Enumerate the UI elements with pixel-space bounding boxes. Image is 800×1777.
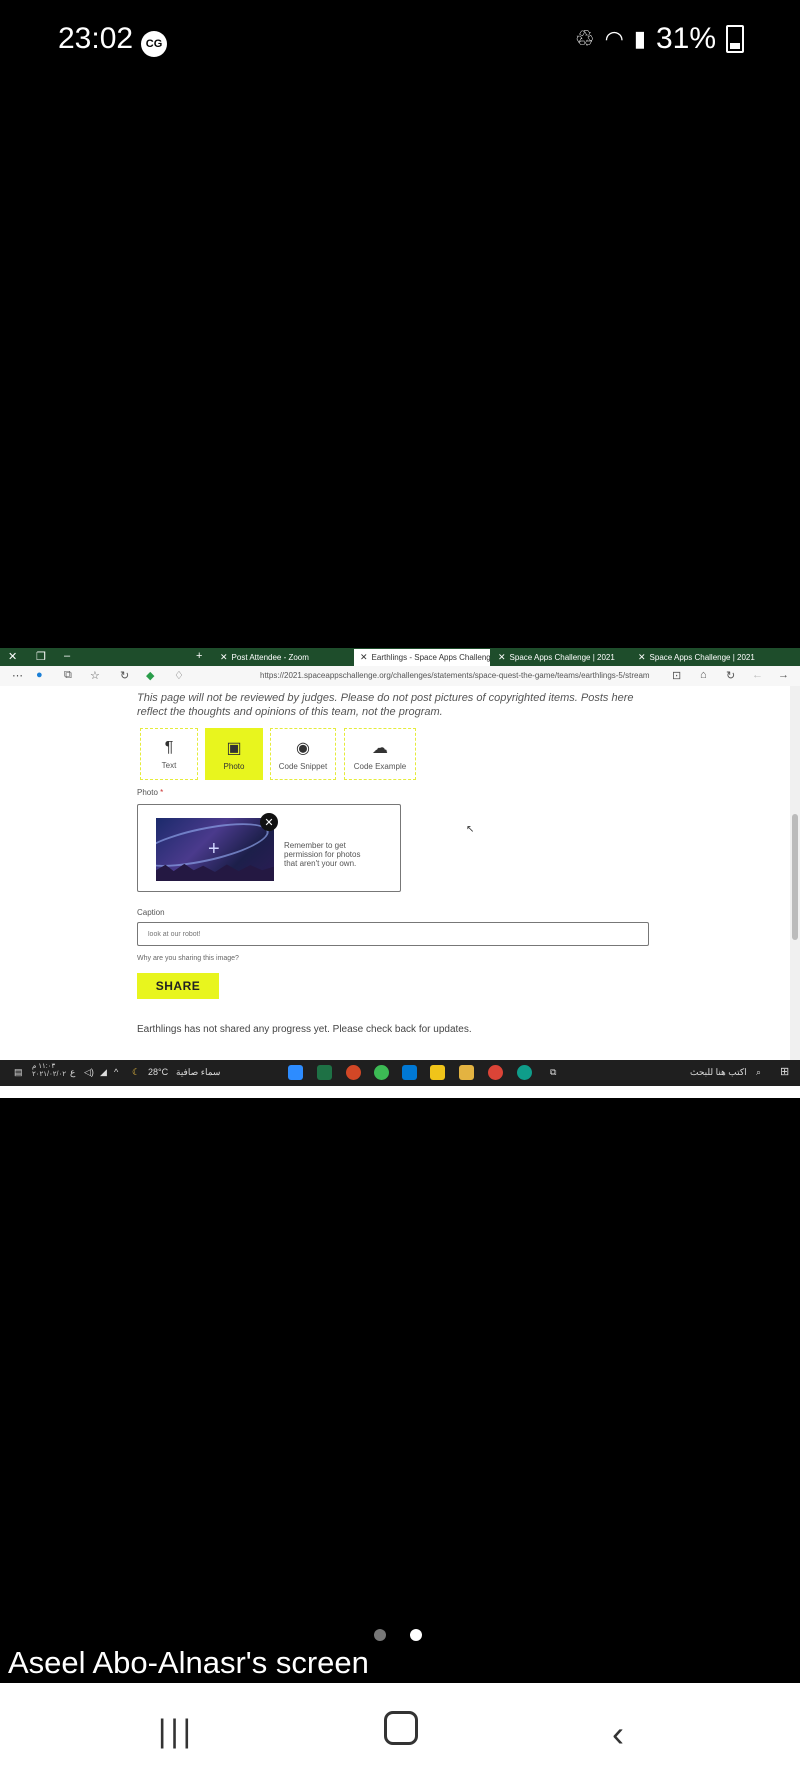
task-view-icon[interactable]: ⧉: [550, 1067, 556, 1078]
caption-help-text: Why are you sharing this image?: [137, 955, 239, 962]
close-tab-icon[interactable]: ✕: [220, 652, 228, 663]
paragraph-icon: ¶: [164, 738, 174, 756]
page-content: This page will not be reviewed by judges…: [0, 686, 800, 1060]
tab-zoom[interactable]: ✕ Post Attendee - Zoom: [214, 649, 342, 666]
scrollbar[interactable]: [790, 686, 800, 1060]
github-icon: ◉: [296, 739, 310, 757]
chevron-up-icon[interactable]: ^: [114, 1067, 118, 1077]
close-window-icon[interactable]: ✕: [8, 650, 17, 663]
notice-text: This page will not be reviewed by judges…: [137, 692, 634, 718]
photo-hint: Remember to get permission for photos th…: [284, 841, 361, 868]
mouse-cursor-icon: ↖: [466, 824, 475, 835]
recent-apps-icon[interactable]: |||: [158, 1713, 195, 1750]
photo-thumbnail[interactable]: +: [156, 818, 274, 881]
collections-icon[interactable]: ⧉: [64, 669, 72, 682]
caption-input[interactable]: [137, 922, 649, 946]
volume-icon[interactable]: ◁): [84, 1067, 94, 1078]
remove-photo-button[interactable]: ✕: [260, 813, 278, 831]
share-button[interactable]: SHARE: [137, 973, 219, 999]
new-tab-icon[interactable]: +: [196, 650, 202, 662]
post-type-code-snippet-button[interactable]: ◉ Code Snippet: [270, 728, 336, 780]
page-dot[interactable]: [374, 1629, 386, 1641]
search-icon[interactable]: ⌕: [756, 1067, 761, 1078]
language-indicator[interactable]: ع: [70, 1067, 75, 1078]
tab-space-apps-2[interactable]: ✕ Space Apps Challenge | 2021: [632, 649, 762, 666]
moon-icon: ☾: [132, 1067, 141, 1077]
close-tab-icon[interactable]: ✕: [360, 652, 368, 663]
status-icons: ♲ ◠ ▮ 31%: [575, 22, 744, 56]
add-photo-icon: +: [208, 838, 220, 860]
zoom-app-icon[interactable]: [288, 1065, 303, 1080]
edge-app-icon[interactable]: [517, 1065, 532, 1080]
status-time: 23:02: [58, 22, 134, 55]
notification-icon[interactable]: ▤: [14, 1067, 23, 1078]
tab-earthlings[interactable]: ✕ Earthlings - Space Apps Challenge: [354, 649, 490, 666]
codepen-icon: ☁: [372, 739, 388, 757]
close-tab-icon[interactable]: ✕: [498, 652, 506, 663]
post-type-photo-button[interactable]: ▣ Photo: [205, 728, 263, 780]
url-field[interactable]: https://2021.spaceappschallenge.org/chal…: [260, 671, 650, 680]
powerpoint-app-icon[interactable]: [346, 1065, 361, 1080]
shared-screen: ✕ ❐ – + ✕ Post Attendee - Zoom ✕ Earthling…: [0, 648, 800, 1098]
tab-space-apps-1[interactable]: ✕ Space Apps Challenge | 2021: [492, 649, 622, 666]
no-progress-text: Earthlings has not shared any progress y…: [137, 1024, 472, 1035]
store-app-icon[interactable]: [430, 1065, 445, 1080]
weather-text[interactable]: سماء صافية: [176, 1067, 220, 1078]
search-box-text[interactable]: اكتب هنا للبحث: [690, 1067, 747, 1078]
network-icon[interactable]: ◢: [100, 1067, 107, 1078]
back-icon[interactable]: ‹: [612, 1713, 624, 1755]
home-icon[interactable]: ⌂: [700, 669, 707, 681]
windows-taskbar: ▤ ١١:٠٣ م ٢٠٢١/٠٢/٠٢ ع ◁) ◢ ^ ☾ 28°C سماء…: [0, 1060, 800, 1086]
extension-icon[interactable]: ◆: [146, 669, 154, 682]
cg-badge: CG: [141, 31, 167, 57]
weather-temp[interactable]: 28°C: [148, 1067, 168, 1077]
file-explorer-icon[interactable]: [459, 1065, 474, 1080]
caption-label: Caption: [137, 908, 165, 917]
signal-icon: ▮: [633, 26, 646, 51]
back-icon[interactable]: ←: [752, 669, 763, 681]
mail-app-icon[interactable]: [402, 1065, 417, 1080]
post-type-text-button[interactable]: ¶ Text: [140, 728, 198, 780]
wifi-icon: ◠: [604, 26, 624, 51]
home-icon[interactable]: [384, 1711, 418, 1745]
windows-start-icon[interactable]: ⊞: [780, 1065, 789, 1078]
battery-icon: [726, 25, 744, 53]
post-type-code-example-button[interactable]: ☁ Code Example: [344, 728, 416, 780]
photo-label: Photo *: [137, 788, 164, 797]
taskbar-clock[interactable]: ١١:٠٣ م ٢٠٢١/٠٢/٠٢: [32, 1063, 66, 1079]
battery-percent: 31%: [655, 22, 716, 55]
restore-icon[interactable]: ❐: [36, 650, 46, 663]
page-dot-active[interactable]: [410, 1629, 422, 1641]
chrome-app-icon-2[interactable]: [488, 1065, 503, 1080]
favorites-icon[interactable]: ☆: [90, 669, 100, 682]
android-nav-bar: ||| ‹: [0, 1683, 800, 1777]
minimize-icon[interactable]: –: [64, 650, 70, 662]
read-aloud-icon[interactable]: ♢: [174, 669, 184, 682]
more-icon[interactable]: ⋯: [12, 669, 23, 682]
browser-tab-bar: ✕ ❐ – + ✕ Post Attendee - Zoom ✕ Earthling…: [0, 648, 800, 666]
battery-saver-icon: ♲: [574, 26, 595, 51]
screen-owner-label: Aseel Abo-Alnasr's screen: [8, 1645, 369, 1680]
refresh-icon[interactable]: ↻: [120, 669, 129, 682]
chrome-app-icon[interactable]: [374, 1065, 389, 1080]
lock-icon: ⊡: [672, 670, 682, 682]
image-icon: ▣: [226, 739, 242, 757]
forward-icon[interactable]: →: [778, 669, 789, 681]
excel-app-icon[interactable]: [317, 1065, 332, 1080]
page-indicator: [374, 1629, 422, 1641]
reload-icon[interactable]: ↻: [726, 669, 735, 682]
edge-icon: ●: [36, 669, 43, 681]
address-bar: ⋯ ● ⧉ ☆ ↻ ◆ ♢ https://2021.spaceappschal…: [0, 666, 800, 687]
close-tab-icon[interactable]: ✕: [638, 652, 646, 663]
photo-upload-box[interactable]: + ✕ Remember to get permission for photo…: [137, 804, 401, 892]
